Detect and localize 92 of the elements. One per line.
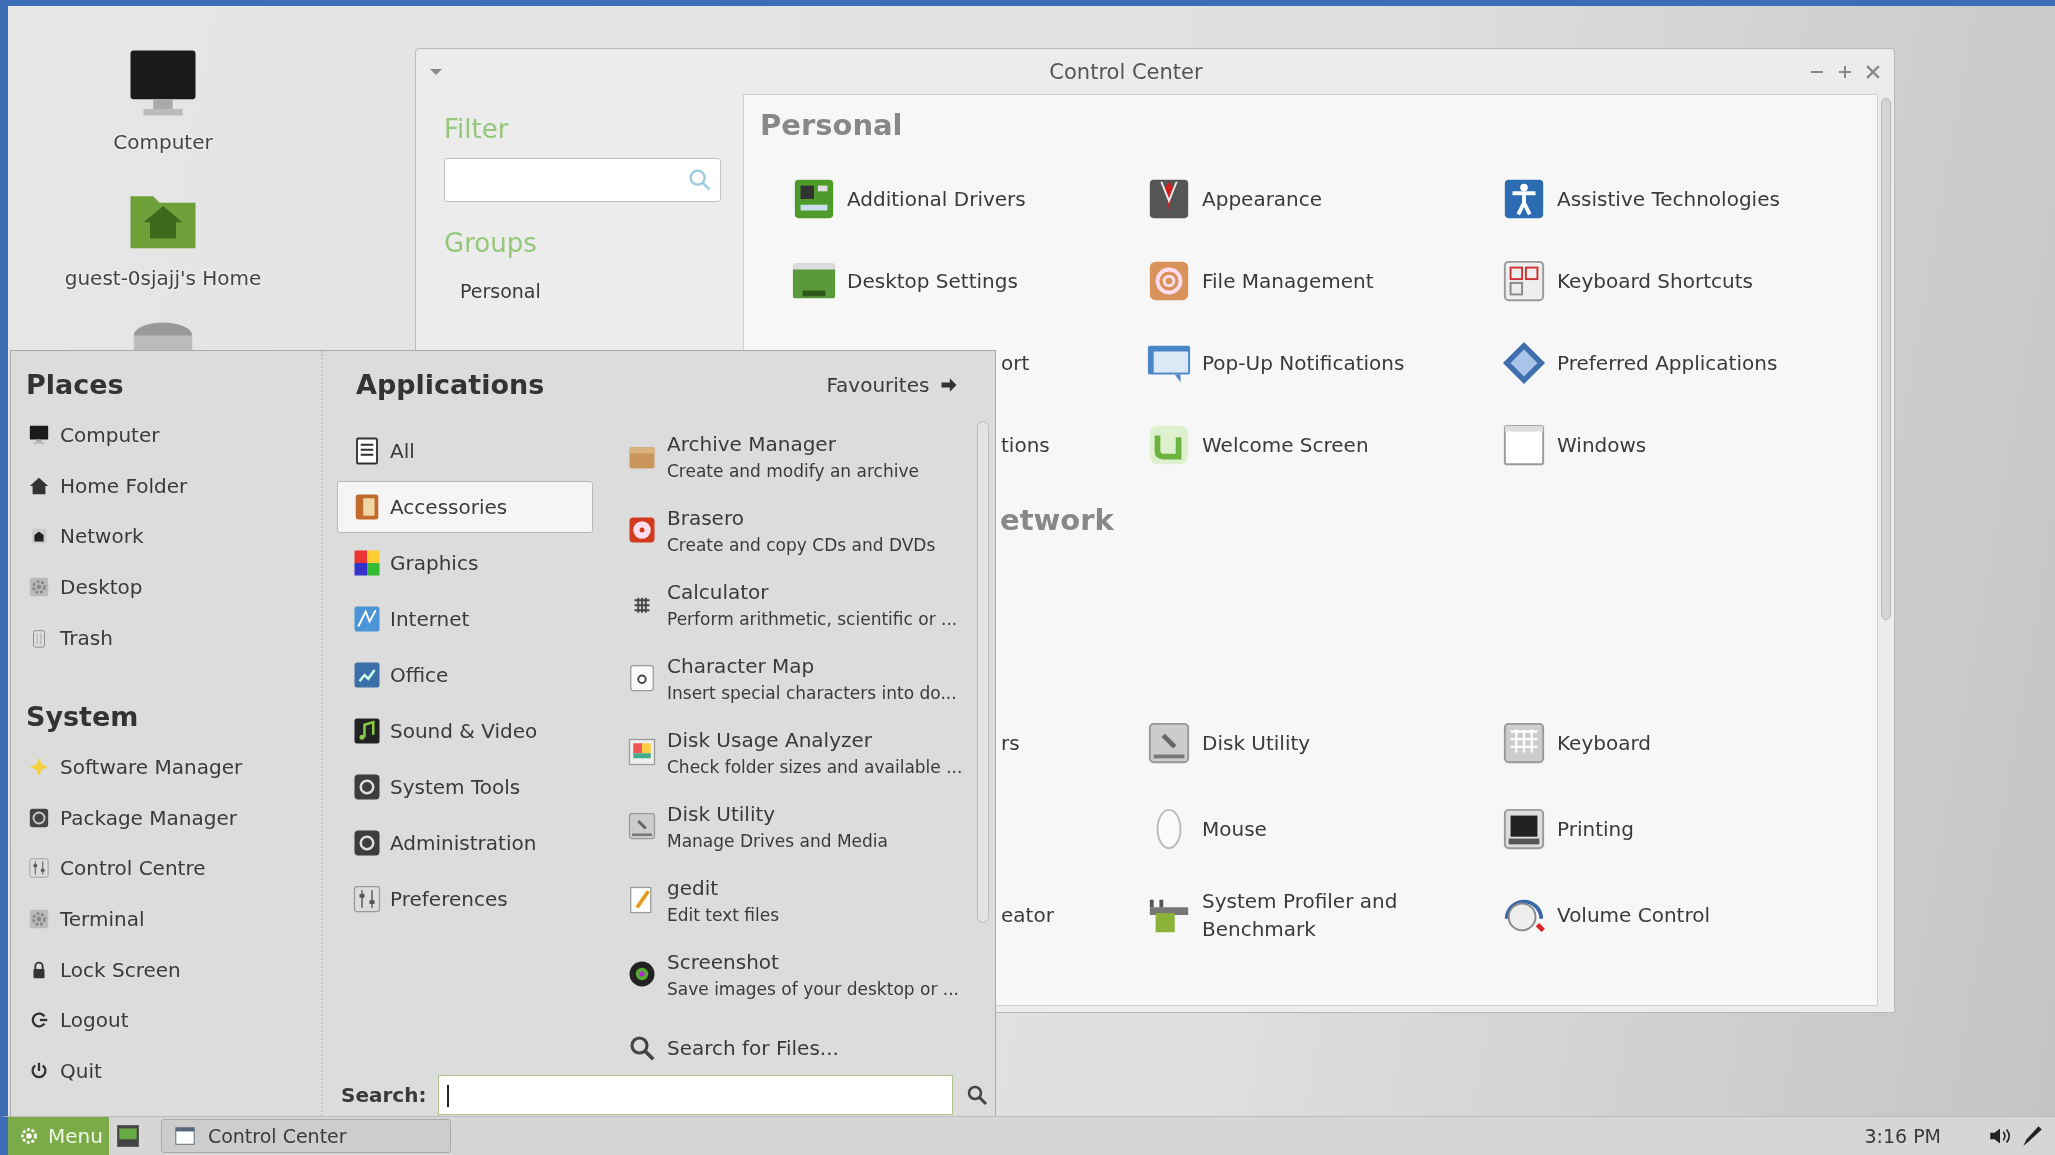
application-item[interactable]: Brasero Create and copy CDs and DVDs [627,493,978,567]
category-item[interactable]: All [337,423,593,479]
maximize-icon [1838,64,1852,79]
taskbar-window-button[interactable]: Control Center [160,1119,451,1153]
page-icon [627,663,657,693]
system-item[interactable]: Control Centre [26,843,321,894]
category-item[interactable]: Internet [337,591,593,647]
menu-gear-icon [18,1125,40,1147]
settings-item[interactable]: Windows [1501,404,1856,486]
category-item[interactable]: Preferences [337,871,593,927]
clock: 3:16 PM [1864,1125,1941,1147]
settings-item[interactable]: Preferred Applications [1501,322,1856,404]
monitor-icon [28,424,50,447]
disk-wrench-icon [627,811,657,841]
minimize-icon [1810,70,1824,73]
places-item[interactable]: Trash [26,612,321,663]
places-item[interactable]: Network [26,511,321,562]
settings-item[interactable]: Desktop Settings [791,240,1146,322]
settings-item[interactable]: Keyboard [1501,700,1856,786]
settings-item[interactable]: Pop-Up Notifications [1146,322,1501,404]
window-icon [173,1125,196,1147]
desktop-icon-label[interactable]: guest-0sjajj's Home [64,266,262,290]
system-item[interactable]: Lock Screen [26,944,321,995]
applications-heading: Applications [356,368,545,402]
disk-wrench-icon [1146,720,1192,766]
diamond-icon [1501,340,1547,386]
office-icon [352,660,382,690]
gear-icon [28,908,50,931]
scrollbar-thumb[interactable] [977,421,990,923]
desktop-icon-label[interactable]: Computer [113,130,213,154]
rainbow-icon [352,548,382,578]
window-title: Control Center [1048,59,1204,84]
camera-icon [627,959,657,989]
system-item[interactable]: Terminal [26,893,321,945]
keyboard-icon [1501,720,1547,766]
search-label: Search: [341,1082,427,1107]
places-item[interactable]: Home Folder [26,460,321,512]
settings-item[interactable]: Appearance [1146,158,1501,240]
scrollbar-thumb[interactable] [1881,98,1891,620]
settings-item[interactable]: Assistive Technologies [1501,158,1856,240]
category-item[interactable]: Accessories [337,481,593,533]
group-item[interactable]: Personal [444,280,721,302]
settings-item[interactable]: Mouse [1146,786,1501,872]
filter-field[interactable] [444,158,721,202]
settings-item[interactable]: Printing [1501,786,1856,872]
sliders-icon [28,857,50,880]
internet-icon [352,604,382,634]
filter-heading: Filter [444,114,510,144]
settings-item[interactable]: Additional Drivers [791,158,1146,240]
application-item[interactable]: Character Map Insert special characters into do... [627,641,978,715]
category-item[interactable]: Administration [337,815,593,871]
category-item[interactable]: Sound & Video [337,703,593,759]
film-note-icon [352,716,382,746]
search-icon [627,1033,657,1063]
search-field[interactable] [438,1074,954,1115]
places-item[interactable]: Computer [26,410,321,461]
application-item[interactable]: Archive Manager Create and modify an archive [627,419,978,493]
settings-item[interactable]: Keyboard Shortcuts [1501,240,1856,322]
application-item[interactable]: Calculator Perform arithmetic, scientific or ... [627,567,978,641]
printer-icon [1501,806,1547,852]
category-item[interactable]: Office [337,647,593,703]
settings-item[interactable]: File Management [1146,240,1501,322]
close-icon [1866,64,1880,79]
system-heading: System [26,699,140,734]
application-item[interactable]: Screenshot Save images of your desktop or ... [627,937,978,1011]
application-item[interactable]: Disk Utility Manage Drives and Media [627,789,978,863]
section-heading: Personal [760,107,904,144]
section-heading: etwork [1000,503,1114,537]
category-item[interactable]: System Tools [337,759,593,815]
key-grid-icon [1501,258,1547,304]
show-desktop-icon [114,1123,141,1149]
sliders-icon [352,884,382,914]
category-item[interactable]: Graphics [337,535,593,591]
chart-icon [627,737,657,767]
blank-window-icon [1501,422,1547,468]
favourites-button[interactable]: Favourites [826,373,960,397]
places-item[interactable]: Desktop [26,561,321,613]
dropdown-icon [430,68,442,75]
settings-item[interactable]: Welcome Screen [1146,404,1501,486]
groups-heading: Groups [444,228,538,258]
system-item[interactable]: Software Manager [26,741,321,793]
system-item[interactable]: Logout [26,994,321,1046]
settings-item[interactable]: Disk Utility [1146,700,1501,786]
system-item[interactable]: Package Manager [26,792,321,844]
settings-item[interactable]: Volume Control [1501,872,1856,958]
system-item[interactable]: Quit [26,1045,321,1097]
application-item[interactable]: gedit Edit text files [627,863,978,937]
places-heading: Places [26,368,125,402]
application-item[interactable]: Search for Files... [627,1011,978,1073]
application-item[interactable]: Disk Usage Analyzer Check folder sizes and available ... [627,715,978,789]
gear-icon [28,576,50,599]
settings-item[interactable]: System Profiler and Benchmark [1146,872,1501,958]
